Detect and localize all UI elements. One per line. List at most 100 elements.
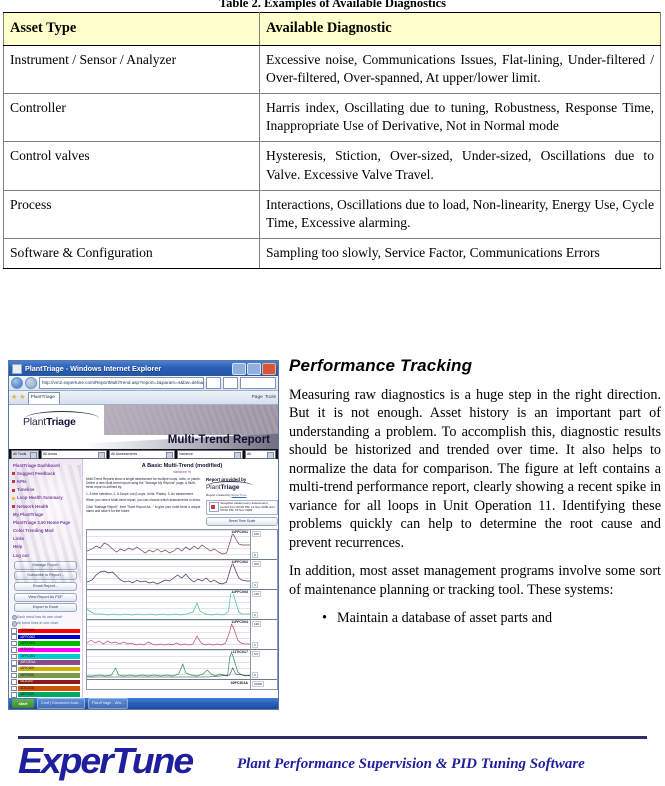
search-input[interactable] (240, 377, 276, 389)
email-report-button[interactable]: Email Report... (14, 582, 77, 592)
filter-select-all[interactable]: All (245, 449, 276, 459)
legend-checkbox[interactable] (11, 653, 17, 660)
legend-checkbox[interactable] (11, 647, 17, 653)
scale-min-value: 0 (252, 611, 258, 618)
expertune-link[interactable]: ExperTune (231, 493, 246, 497)
sidebar-item-timeline[interactable]: Timeline (9, 486, 82, 494)
legend-checkbox[interactable] (11, 691, 17, 698)
filter-select-assessments[interactable]: All Assessments (109, 449, 175, 459)
radio-icon (12, 621, 18, 627)
scale-max-value: 100 (252, 530, 262, 537)
close-icon[interactable] (262, 362, 276, 375)
report-provided-by-panel: Report provided by PlantTriage Report cr… (206, 477, 278, 526)
cell-available-diagnostic: Sampling too slowly, Service Factor, Com… (259, 237, 661, 269)
table-header-row: Asset Type Available Diagnostic (3, 11, 661, 47)
sidebar-item-loop-health-summary[interactable]: Loop Health Summary (9, 494, 82, 502)
start-button[interactable]: start (12, 699, 34, 708)
legend-checkbox[interactable] (11, 685, 17, 692)
minimize-button[interactable] (232, 362, 246, 375)
sidebar-item-kpis[interactable]: KPIs (9, 477, 82, 485)
legend-checkbox[interactable] (11, 634, 17, 640)
trend-plots: 11FFC001 11FFC002 11FFC003 11FFC004 11TI… (87, 529, 250, 689)
trend-row: 11FFC001 (87, 529, 250, 560)
lower-content-area: PlantTriage - Windows Internet Explorer … (0, 352, 665, 732)
trend-row: 30FC301A (87, 679, 250, 689)
scale-min-value: 0 (252, 581, 258, 588)
reset-time-scale-button[interactable]: Reset Time Scale (206, 517, 278, 526)
sidebar-item-home-page[interactable]: PlantTriage 3.50 Home Page (9, 518, 82, 526)
forward-icon[interactable] (25, 377, 37, 389)
legend-label: 11FFC001 (20, 628, 35, 633)
cell-asset-type: Software & Configuration (3, 237, 260, 269)
sidebar-item-log-out[interactable]: Log out (9, 551, 82, 559)
legend-checkbox[interactable] (11, 672, 17, 679)
legend-swatch: 11FFC001 (18, 628, 80, 634)
address-bar-input[interactable]: http://vm2.expertune.com/ReportMultiTren… (39, 377, 204, 389)
favorites-star-icon[interactable]: ★ (11, 394, 17, 401)
legend-item[interactable]: 11FFC003 (11, 640, 80, 647)
add-favorite-icon[interactable]: ★ (19, 394, 25, 401)
legend-item[interactable]: 11FIC006 (11, 672, 80, 679)
scale-min-value: 0 (252, 551, 258, 558)
stop-icon[interactable] (223, 377, 238, 389)
legend-checkbox[interactable] (11, 640, 17, 647)
sidebar-item-help[interactable]: Help (9, 543, 82, 551)
report-paragraph: When you view a Multi-trend report, you … (86, 498, 201, 502)
back-icon[interactable] (11, 377, 23, 389)
legend-item[interactable]: 11FIC009 (11, 691, 80, 698)
trend-line-chart (87, 622, 250, 646)
manage-report-button[interactable]: Manage Report (14, 560, 77, 570)
sidebar-item-color-trending-mod[interactable]: Color Trending Mod (9, 527, 82, 535)
trend-line-chart (87, 531, 250, 555)
report-page: PlantTriage Multi-Trend Report All Tools… (9, 405, 278, 708)
taskbar-item[interactable]: PlantTriage - Win... (88, 698, 129, 709)
export-to-excel-button[interactable]: Export to Excel (14, 603, 77, 613)
legend-item[interactable]: 11TIC017 (11, 647, 80, 653)
toolbar-tools-button[interactable]: Tools (265, 395, 276, 400)
legend-swatch: 11FIC006 (18, 673, 80, 678)
legend-item[interactable]: 11FFC002 (11, 634, 80, 640)
sidebar-item-links[interactable]: Links (9, 535, 82, 543)
legend-label: 11LIC007 (20, 679, 34, 684)
bullet-icon: • (322, 609, 327, 626)
legend-checkbox[interactable] (11, 666, 17, 672)
browser-title-bar: PlantTriage - Windows Internet Explorer (9, 361, 278, 376)
legend-item[interactable]: 11FFC001 (11, 628, 80, 634)
taskbar-item[interactable]: Conf | Document Anal... (37, 698, 86, 709)
legend-item[interactable]: 11TIC008 (11, 685, 80, 692)
report-credit-prefix: Report created by (206, 493, 231, 497)
multi-trend-chart-stack: 11FFC001 11FFC002 11FFC003 11FFC004 11TI… (86, 528, 278, 690)
subscribe-to-report-button[interactable]: Subscribe to Report... (14, 571, 77, 581)
view-report-as-pdf-button[interactable]: View Report As PDF (14, 592, 77, 602)
legend-checkbox[interactable] (11, 659, 17, 666)
legend-swatch: 11FFC003 (18, 641, 80, 646)
bullet-icon (12, 504, 15, 508)
scale-cell: 120 0 (251, 620, 277, 650)
sidebar-item-my-planttriage[interactable]: My PlantTriage (9, 510, 82, 518)
legend-label: 11FFC002 (20, 634, 35, 639)
refresh-icon[interactable] (206, 377, 221, 389)
legend-item[interactable]: 11FFC004 (11, 653, 80, 660)
trend-row: 11FFC004 (87, 619, 250, 650)
radio-option-own-chart[interactable]: Each trend has its own chart (9, 614, 82, 621)
browser-tab-planttriage[interactable]: PlantTriage (27, 391, 60, 404)
browser-app-icon (12, 363, 22, 374)
sidebar-item-dashboard[interactable]: PlantTriage Dashboard (9, 461, 82, 469)
radio-option-one-chart[interactable]: All trend lines in one chart (9, 620, 82, 627)
trend-tag-label: 11TIC017 (232, 649, 248, 654)
figure-multi-trend-screenshot: PlantTriage - Windows Internet Explorer … (8, 360, 279, 710)
toolbar-page-button[interactable]: Page (252, 395, 263, 400)
sidebar-item-network-health[interactable]: Network Health (9, 502, 82, 510)
legend-item[interactable]: 11LIC007 (11, 679, 80, 685)
legend-item[interactable]: 11PIC005 (11, 666, 80, 672)
scale-cell: 100 0 (251, 530, 277, 560)
maximize-button[interactable] (247, 362, 261, 375)
filter-select-variance[interactable]: Variance (177, 449, 243, 459)
filter-select-tools[interactable]: All Tools (11, 449, 39, 459)
trend-tag-label: 30FC301A (230, 680, 248, 685)
legend-item[interactable]: 30FC301A (11, 659, 80, 666)
legend-checkbox[interactable] (11, 628, 17, 634)
sidebar-item-suggest-feedback[interactable]: Suggest Feedback (9, 469, 82, 477)
filter-select-areas[interactable]: All Areas (41, 449, 107, 459)
legend-checkbox[interactable] (11, 679, 17, 685)
